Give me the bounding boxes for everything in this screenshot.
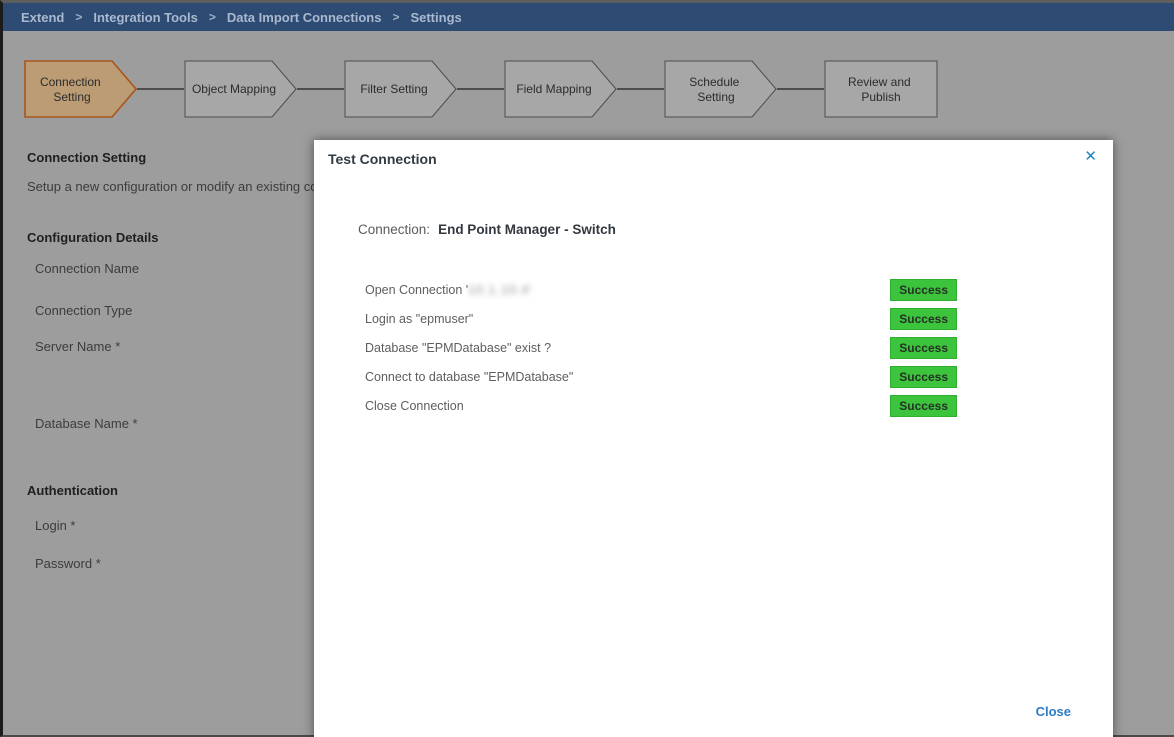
login-label: Login * [35, 518, 75, 533]
authentication-heading: Authentication [27, 483, 118, 498]
step-label-line: Publish [861, 90, 900, 104]
step-connection-setting[interactable]: Connection Setting [25, 61, 136, 117]
connection-type-label: Connection Type [35, 303, 132, 318]
breadcrumb-separator-icon: > [75, 10, 82, 24]
dialog-title: Test Connection [328, 151, 437, 167]
test-result-row: Open Connection '10.1.10.4' Success [365, 275, 957, 304]
test-step-label: Connect to database "EPMDatabase" [365, 370, 573, 384]
step-review-and-publish[interactable]: Review and Publish [825, 61, 937, 117]
svg-text:Schedule Setting: Schedule Setting [689, 75, 742, 104]
page-section-title: Connection Setting [27, 150, 146, 165]
test-result-row: Login as "epmuser" Success [365, 304, 957, 333]
server-name-label: Server Name * [35, 339, 120, 354]
connection-value: End Point Manager - Switch [438, 222, 616, 237]
step-label-line: Schedule [689, 75, 739, 89]
test-step-label: Open Connection '10.1.10.4' [365, 283, 533, 297]
close-icon[interactable]: ✕ [1084, 149, 1097, 164]
close-button[interactable]: Close [1036, 704, 1071, 719]
step-label-line: Setting [53, 90, 90, 104]
database-name-label: Database Name * [35, 416, 138, 431]
step-field-mapping[interactable]: Field Mapping [505, 61, 616, 117]
breadcrumb-item-extend[interactable]: Extend [21, 10, 64, 25]
test-step-label: Login as "epmuser" [365, 312, 473, 326]
test-result-row: Connect to database "EPMDatabase" Succes… [365, 362, 957, 391]
breadcrumb: Extend > Integration Tools > Data Import… [3, 3, 1174, 31]
step-filter-setting[interactable]: Filter Setting [345, 61, 456, 117]
breadcrumb-separator-icon: > [392, 10, 399, 24]
status-badge: Success [890, 366, 957, 388]
connection-name-label: Connection Name [35, 261, 139, 276]
status-badge: Success [890, 337, 957, 359]
test-results-list: Open Connection '10.1.10.4' Success Logi… [365, 275, 957, 420]
status-badge: Success [890, 395, 957, 417]
step-label-line: Filter Setting [360, 82, 427, 96]
redacted-ip-address: 10.1.10.4' [468, 283, 533, 297]
test-step-label: Database "EPMDatabase" exist ? [365, 341, 551, 355]
connection-label: Connection: [358, 222, 430, 237]
password-label: Password * [35, 556, 101, 571]
step-schedule-setting[interactable]: Schedule Setting [665, 61, 776, 117]
step-label-line: Field Mapping [516, 82, 591, 96]
status-badge: Success [890, 279, 957, 301]
wizard-stepper: Connection Setting Object Mapping Filter… [24, 59, 969, 121]
app-screen: Extend > Integration Tools > Data Import… [0, 0, 1174, 737]
breadcrumb-item-data-import-connections[interactable]: Data Import Connections [227, 10, 382, 25]
step-label-line: Connection [40, 75, 101, 89]
step-label-line: Setting [697, 90, 734, 104]
breadcrumb-item-settings: Settings [410, 10, 461, 25]
breadcrumb-separator-icon: > [209, 10, 216, 24]
test-result-row: Close Connection Success [365, 391, 957, 420]
page-section-subtitle: Setup a new configuration or modify an e… [27, 179, 318, 194]
breadcrumb-item-integration-tools[interactable]: Integration Tools [93, 10, 197, 25]
test-step-label: Close Connection [365, 399, 464, 413]
step-label-line: Review and [848, 75, 911, 89]
test-result-row: Database "EPMDatabase" exist ? Success [365, 333, 957, 362]
connection-summary: Connection: End Point Manager - Switch [358, 222, 616, 237]
test-connection-dialog: Test Connection ✕ Connection: End Point M… [314, 140, 1113, 737]
step-label-line: Object Mapping [192, 82, 276, 96]
step-object-mapping[interactable]: Object Mapping [185, 61, 296, 117]
config-details-heading: Configuration Details [27, 230, 158, 245]
status-badge: Success [890, 308, 957, 330]
test-step-text: Open Connection ' [365, 283, 468, 297]
